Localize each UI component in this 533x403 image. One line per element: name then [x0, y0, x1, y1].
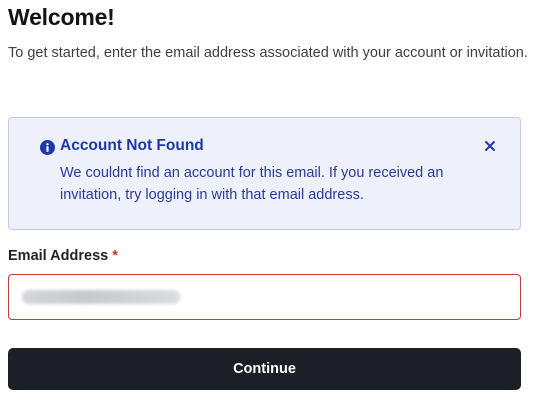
email-field[interactable] — [8, 274, 521, 320]
page-title: Welcome! — [8, 4, 115, 30]
alert-title: Account Not Found — [60, 137, 204, 154]
account-not-found-alert: Account Not Found We couldnt find an acc… — [8, 117, 521, 230]
required-marker: * — [112, 248, 118, 264]
continue-button[interactable]: Continue — [8, 348, 521, 390]
alert-message: We couldnt find an account for this emai… — [60, 165, 444, 203]
info-icon — [40, 140, 55, 155]
close-icon[interactable] — [481, 137, 499, 155]
email-label: Email Address * — [8, 248, 118, 264]
email-label-text: Email Address — [8, 248, 109, 264]
intro-text: To get started, enter the email address … — [8, 45, 528, 61]
